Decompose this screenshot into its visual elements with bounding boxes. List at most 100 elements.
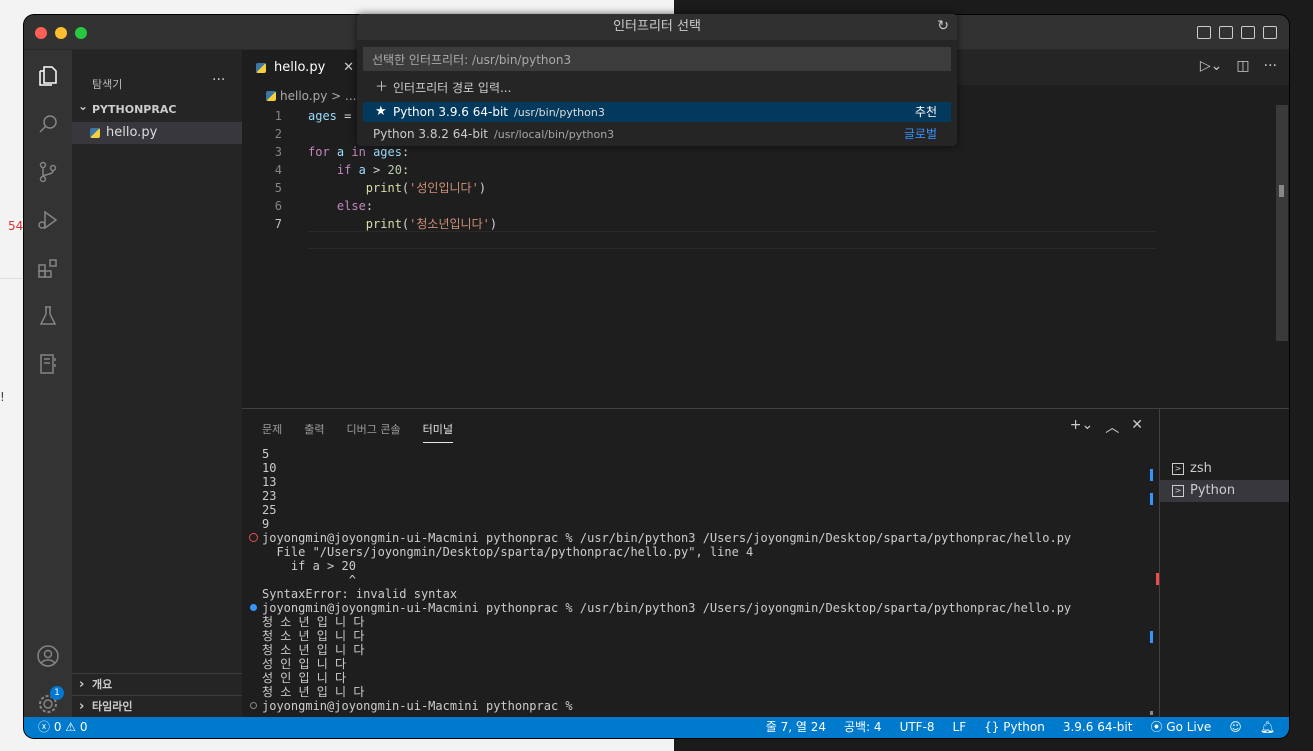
editor-actions: ▷⌄ ◫ ··· xyxy=(1200,58,1277,74)
interpreter-search-input[interactable]: 선택한 인터프리터: /usr/bin/python3 xyxy=(363,47,951,71)
toggle-panel-icon[interactable] xyxy=(1219,26,1233,39)
interpreter-item-python-3-8-2[interactable]: Python 3.8.2 64-bit/usr/local/bin/python… xyxy=(363,124,951,144)
background-excl: ! xyxy=(0,390,5,404)
terminal-line: 13 xyxy=(262,475,277,489)
line-number: 1 xyxy=(274,109,282,123)
activity-bar xyxy=(24,50,72,717)
terminal-python[interactable]: > Python xyxy=(1160,480,1289,502)
refresh-icon[interactable]: ↻ xyxy=(937,18,949,34)
outline-section[interactable]: 개요 xyxy=(72,673,242,696)
tab-problems[interactable]: 문제 xyxy=(262,421,282,443)
background-text: 54 xyxy=(8,219,24,233)
current-line-highlight xyxy=(308,231,1156,249)
terminal-text: joyongmin@joyongmin-ui-Macmini pythonpra… xyxy=(262,699,580,713)
terminal-line: 청 소 년 입 니 다 xyxy=(262,685,365,699)
terminal-label: Python xyxy=(1190,483,1236,498)
terminal-text: joyongmin@joyongmin-ui-Macmini pythonpra… xyxy=(262,601,1072,615)
python-interpreter[interactable]: 3.9.6 64-bit xyxy=(1063,717,1133,738)
terminal-line: 25 xyxy=(262,503,277,517)
indentation[interactable]: 공백: 4 xyxy=(844,717,882,738)
bottom-panel: 문제 출력 디버그 콘솔 터미널 +⌄ ︿ ✕ 5 10 13 23 25 9 … xyxy=(242,408,1289,718)
panel-actions: +⌄ ︿ ✕ xyxy=(1070,417,1143,437)
item-path: /usr/bin/python3 xyxy=(514,106,605,119)
item-path: /usr/local/bin/python3 xyxy=(494,128,615,141)
encoding[interactable]: UTF-8 xyxy=(900,717,935,738)
close-panel-icon[interactable]: ✕ xyxy=(1131,417,1143,437)
settings-update-badge: 1 xyxy=(50,686,64,700)
minimize-window-button[interactable] xyxy=(55,27,67,39)
enter-interpreter-path-item[interactable]: ＋ 인터프리터 경로 입력... xyxy=(363,78,951,98)
terminal-scroll-marker xyxy=(1150,493,1153,505)
code-editor[interactable]: 1 ages = 2 3 for a in ages: 4 if a > 20: 5… xyxy=(242,107,1289,407)
end-of-line[interactable]: LF xyxy=(953,717,967,738)
code-text: print('성인입니다') xyxy=(365,181,487,195)
code-line: 6 else: xyxy=(242,197,1142,215)
status-bar: ⓧ 0 ⚠ 0 줄 7, 열 24 공백: 4 UTF-8 LF {} Pyth… xyxy=(24,717,1289,738)
close-window-button[interactable] xyxy=(35,27,47,39)
notebook-icon[interactable] xyxy=(36,352,60,376)
run-debug-icon[interactable] xyxy=(36,208,60,232)
new-terminal-icon[interactable]: +⌄ xyxy=(1070,417,1093,437)
testing-icon[interactable] xyxy=(36,304,60,328)
file-hello-py[interactable]: hello.py xyxy=(72,122,242,144)
line-number: 6 xyxy=(274,199,282,213)
interpreter-item-python-3-9-6[interactable]: ★ Python 3.9.6 64-bit/usr/bin/python3 추천 xyxy=(363,102,951,122)
notifications-bell-icon[interactable]: 🔔︎ xyxy=(1260,717,1275,738)
accounts-icon[interactable] xyxy=(36,644,60,668)
breadcrumb-python-icon xyxy=(266,91,276,101)
line-number: 5 xyxy=(274,181,282,195)
cursor-position[interactable]: 줄 7, 열 24 xyxy=(766,717,826,738)
extensions-icon[interactable] xyxy=(36,256,60,280)
problems-status[interactable]: ⓧ 0 ⚠ 0 xyxy=(38,717,88,738)
explorer-icon[interactable] xyxy=(36,64,60,88)
code-text: print('청소년입니다') xyxy=(365,217,498,231)
close-tab-icon[interactable]: ✕ xyxy=(343,50,354,85)
customize-layout-icon[interactable] xyxy=(1263,26,1277,39)
error-count: 0 xyxy=(53,720,62,734)
source-control-icon[interactable] xyxy=(36,160,60,184)
toggle-sidebar-icon[interactable] xyxy=(1197,26,1211,39)
command-error-icon[interactable] xyxy=(249,533,258,542)
terminal-line: ^ xyxy=(262,573,356,587)
tab-hello-py[interactable]: hello.py ✕ xyxy=(242,50,362,85)
maximize-window-button[interactable] xyxy=(75,27,87,39)
terminal-icon: > xyxy=(1172,485,1184,497)
editor-scroll-thumb[interactable] xyxy=(1279,185,1284,197)
item-label: Python 3.8.2 64-bit xyxy=(373,127,489,141)
toggle-secondary-sidebar-icon[interactable] xyxy=(1241,26,1255,39)
terminal-line: 10 xyxy=(262,461,277,475)
folder-pythonprac[interactable]: PYTHONPRAC xyxy=(72,99,242,116)
go-live-button[interactable]: ⦿ Go Live xyxy=(1150,717,1211,738)
editor-scrollbar[interactable] xyxy=(1276,105,1288,341)
terminal-line: File "/Users/joyongmin/Desktop/sparta/py… xyxy=(262,545,754,559)
tab-terminal[interactable]: 터미널 xyxy=(422,421,453,443)
command-success-icon[interactable] xyxy=(250,604,257,611)
quick-pick-title: 인터프리터 선택 xyxy=(357,14,957,40)
terminal-line-command: joyongmin@joyongmin-ui-Macmini pythonpra… xyxy=(250,601,1152,615)
terminal-line: SyntaxError: invalid syntax xyxy=(262,587,458,601)
warning-count: 0 xyxy=(79,720,88,734)
code-line: 7 print('청소년입니다') xyxy=(242,215,1142,233)
language-mode[interactable]: {} Python xyxy=(984,717,1045,738)
more-actions-icon[interactable]: ··· xyxy=(212,72,225,88)
terminal-zsh[interactable]: > zsh xyxy=(1160,458,1289,480)
terminal-output[interactable]: 5 10 13 23 25 9 joyongmin@joyongmin-ui-M… xyxy=(249,447,1152,715)
terminal-line: 성 인 입 니 다 xyxy=(262,657,347,671)
terminal-list: > zsh > Python xyxy=(1159,409,1289,718)
run-python-icon[interactable]: ▷⌄ xyxy=(1200,58,1223,74)
search-icon[interactable] xyxy=(36,112,60,136)
file-label: hello.py xyxy=(106,125,158,140)
feedback-icon[interactable]: ☺ xyxy=(1229,717,1242,738)
more-editor-actions-icon[interactable]: ··· xyxy=(1264,58,1277,74)
item-label: Python 3.9.6 64-bit xyxy=(393,105,509,119)
layout-controls xyxy=(1197,26,1277,39)
python-file-icon xyxy=(90,128,100,138)
tab-debug-console[interactable]: 디버그 콘솔 xyxy=(347,421,401,443)
tab-output[interactable]: 출력 xyxy=(304,421,324,443)
command-pending-icon[interactable] xyxy=(250,702,257,709)
terminal-line: 청 소 년 입 니 다 xyxy=(262,643,365,657)
maximize-panel-icon[interactable]: ︿ xyxy=(1105,417,1119,437)
split-editor-icon[interactable]: ◫ xyxy=(1236,58,1249,74)
timeline-section[interactable]: 타임라인 xyxy=(72,695,242,718)
recommended-tag: 추천 xyxy=(914,105,937,119)
